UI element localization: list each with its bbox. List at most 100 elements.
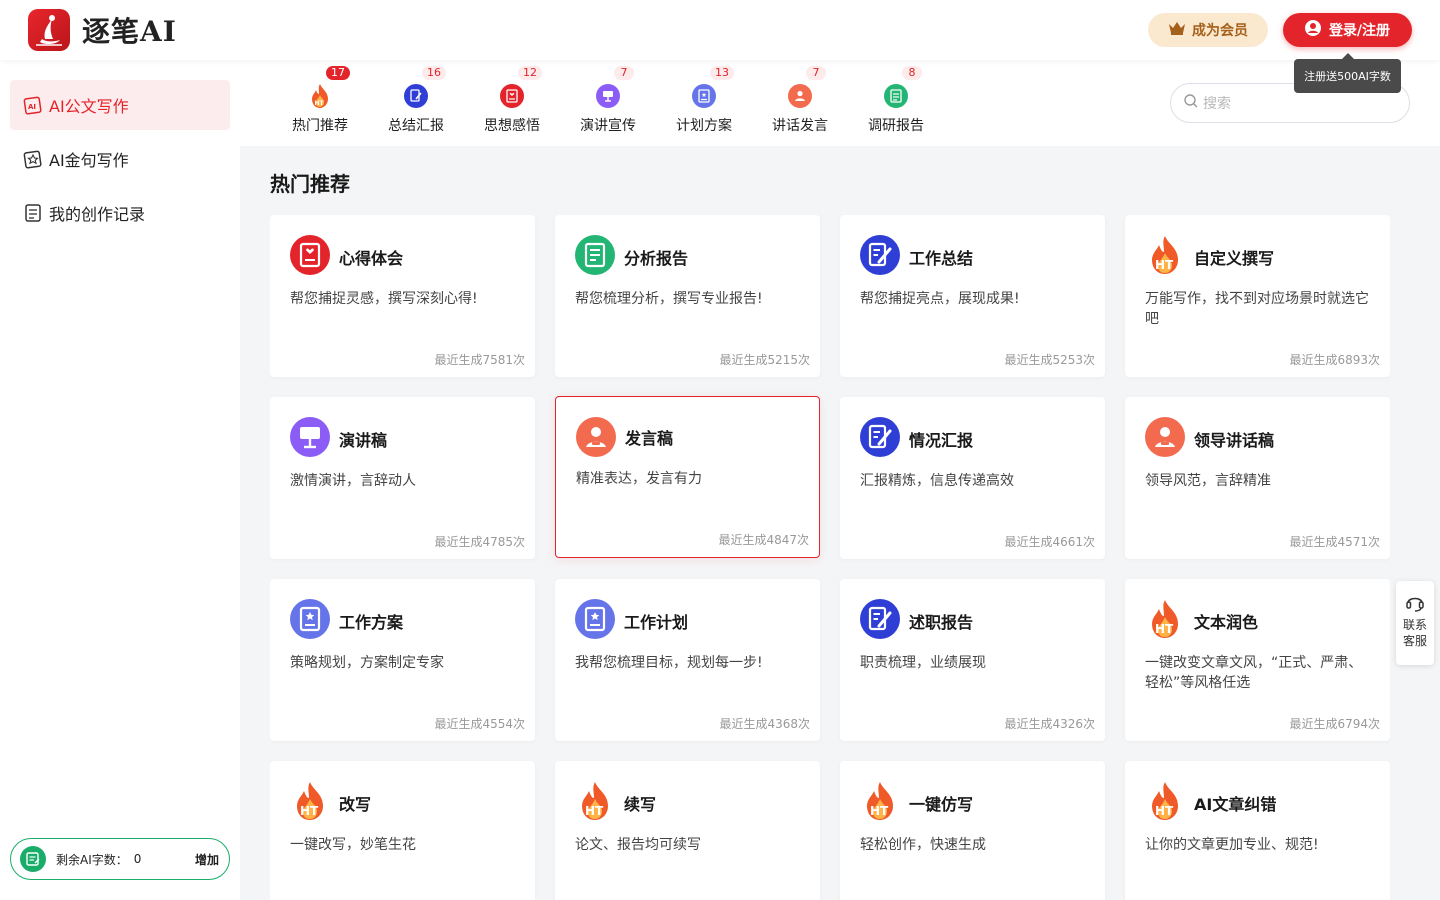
login-register-button[interactable]: 登录/注册 (1283, 13, 1412, 47)
template-card[interactable]: 领导讲话稿领导风范，言辞精准最近生成4571次 (1125, 397, 1390, 559)
usage-count: 最近生成4571次 (1289, 533, 1380, 550)
usage-count: 最近生成4785次 (434, 533, 525, 550)
become-member-button[interactable]: 成为会员 (1148, 13, 1268, 47)
section-title: 热门推荐 (270, 168, 350, 197)
ai-quote-icon (23, 149, 43, 169)
tab-speech-promotion[interactable]: 7 演讲宣传 (568, 60, 648, 146)
register-bonus-tooltip: 注册送500AI字数 (1294, 59, 1401, 93)
heart-doc-icon (500, 84, 524, 108)
usage-count: 最近生成4847次 (718, 531, 809, 548)
card-description: 论文、报告均可续写 (575, 835, 805, 855)
card-description: 激情演讲，言辞动人 (290, 471, 520, 491)
usage-count: 最近生成4661次 (1004, 533, 1095, 550)
sidebar-item-label: AI公文写作 (49, 93, 129, 117)
card-title: 工作总结 (909, 245, 973, 269)
tab-label: 演讲宣传 (568, 115, 648, 135)
card-title: 工作计划 (624, 609, 688, 633)
fire-icon: HT (575, 781, 615, 821)
speaker-icon (788, 84, 812, 108)
svg-text:HT: HT (1155, 804, 1174, 818)
tab-summary-report[interactable]: 16 总结汇报 (376, 60, 456, 146)
card-title: 发言稿 (625, 425, 673, 449)
svg-text:HT: HT (585, 804, 604, 818)
service-label-2: 客服 (1396, 633, 1434, 649)
template-card[interactable]: 情况汇报汇报精炼，信息传递高效最近生成4661次 (840, 397, 1105, 559)
tab-hot-recommend[interactable]: 17 HT 热门推荐 (280, 60, 360, 146)
count-badge: 7 (806, 66, 826, 80)
template-card[interactable]: 发言稿精准表达，发言有力最近生成4847次 (555, 396, 820, 558)
template-card[interactable]: HT续写论文、报告均可续写 (555, 761, 820, 900)
tab-research-report[interactable]: 8 调研报告 (856, 60, 936, 146)
plan-icon (290, 599, 330, 639)
card-description: 帮您捕捉灵感，撰写深刻心得! (290, 289, 520, 309)
usage-count: 最近生成4554次 (434, 715, 525, 732)
logo-text: 逐笔AI (82, 10, 177, 50)
analysis-icon (884, 84, 908, 108)
card-title: 述职报告 (909, 609, 973, 633)
card-description: 领导风范，言辞精准 (1145, 471, 1375, 491)
customer-service-button[interactable]: 联系 客服 (1396, 581, 1434, 665)
add-quota-button[interactable]: 增加 (195, 851, 219, 868)
count-badge: 8 (902, 66, 922, 80)
sidebar-item-my-history[interactable]: 我的创作记录 (10, 188, 230, 238)
card-title: 领导讲话稿 (1194, 427, 1274, 451)
sidebar-item-ai-doc-writing[interactable]: AI AI公文写作 (10, 80, 230, 130)
template-card[interactable]: HT 一键仿写轻松创作，快速生成 (840, 761, 1105, 900)
card-title: 心得体会 (339, 245, 403, 269)
tab-label: 调研报告 (856, 115, 936, 135)
template-card[interactable]: HT文本润色一键改变文章文风，“正式、严肃、轻松”等风格任选最近生成6794次 (1125, 579, 1390, 741)
card-description: 轻松创作，快速生成 (860, 835, 1090, 855)
svg-text:HT: HT (300, 804, 319, 818)
template-card[interactable]: 工作计划我帮您梳理目标，规划每一步!最近生成4368次 (555, 579, 820, 741)
app-logo[interactable]: 逐笔AI (28, 9, 177, 51)
category-bar: 17 HT 热门推荐 16 总结汇报 12 思想感悟 7 演讲宣传 13 计划方… (240, 60, 1440, 146)
quota-icon (20, 846, 46, 872)
headset-icon (1396, 591, 1434, 613)
template-card[interactable]: 分析报告帮您梳理分析，撰写专业报告!最近生成5215次 (555, 215, 820, 377)
template-card[interactable]: 工作总结帮您捕捉亮点，展现成果! 最近生成5253次 (840, 215, 1105, 377)
card-title: 情况汇报 (909, 427, 973, 451)
template-card[interactable]: HT AI文章纠错让你的文章更加专业、规范! (1125, 761, 1390, 900)
speaker-icon (1145, 417, 1185, 457)
card-description: 帮您梳理分析，撰写专业报告! (575, 289, 805, 309)
search-icon (1183, 93, 1199, 113)
svg-text:AI: AI (28, 103, 36, 111)
card-description: 精准表达，发言有力 (576, 469, 806, 489)
card-description: 让你的文章更加专业、规范! (1145, 835, 1375, 855)
svg-text:HT: HT (315, 100, 325, 107)
svg-text:HT: HT (1155, 258, 1174, 272)
count-badge: 17 (326, 66, 350, 80)
plan-icon (575, 599, 615, 639)
svg-text:HT: HT (870, 804, 889, 818)
user-icon (1305, 20, 1321, 40)
fire-icon: HT (1145, 599, 1185, 639)
tab-label: 思想感悟 (472, 115, 552, 135)
sidebar-item-ai-quote-writing[interactable]: AI金句写作 (10, 134, 230, 184)
count-badge: 16 (422, 66, 446, 80)
tab-speaking[interactable]: 7 讲话发言 (760, 60, 840, 146)
template-card[interactable]: 演讲稿激情演讲，言辞动人最近生成4785次 (270, 397, 535, 559)
card-title: 一键仿写 (909, 791, 973, 815)
card-description: 一键改写，妙笔生花 (290, 835, 520, 855)
template-card[interactable]: 心得体会帮您捕捉灵感，撰写深刻心得!最近生成7581次 (270, 215, 535, 377)
card-description: 帮您捕捉亮点，展现成果! (860, 289, 1090, 309)
report-icon (860, 599, 900, 639)
tab-plan-scheme[interactable]: 13 计划方案 (664, 60, 744, 146)
template-card[interactable]: 工作方案策略规划，方案制定专家最近生成4554次 (270, 579, 535, 741)
top-header: 逐笔AI 成为会员 登录/注册 (0, 0, 1440, 60)
template-card[interactable]: HT 改写一键改写，妙笔生花 (270, 761, 535, 900)
template-card[interactable]: 述职报告职责梳理，业绩展现最近生成4326次 (840, 579, 1105, 741)
card-title: 工作方案 (339, 609, 403, 633)
usage-count: 最近生成5253次 (1004, 351, 1095, 368)
sidebar-item-label: AI金句写作 (49, 147, 129, 171)
search-input[interactable] (1203, 95, 1383, 111)
card-title: AI文章纠错 (1194, 791, 1276, 815)
template-card[interactable]: HT自定义撰写万能写作，找不到对应场景时就选它吧最近生成6893次 (1125, 215, 1390, 377)
usage-count: 最近生成5215次 (719, 351, 810, 368)
card-title: 文本润色 (1194, 609, 1258, 633)
card-title: 改写 (339, 791, 371, 815)
quota-label: 剩余AI字数： (56, 851, 128, 868)
ai-doc-icon: AI (23, 95, 43, 115)
tab-thoughts[interactable]: 12 思想感悟 (472, 60, 552, 146)
count-badge: 13 (710, 66, 734, 80)
